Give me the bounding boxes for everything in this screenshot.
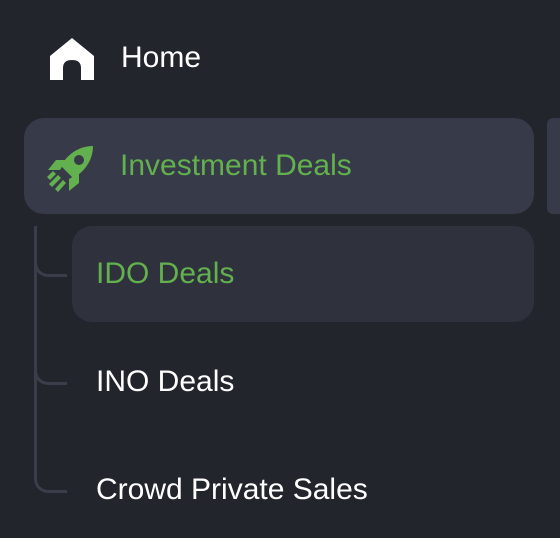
tree-branch	[34, 360, 67, 385]
rocket-icon	[47, 146, 93, 192]
tree-branch	[34, 252, 67, 277]
submenu-item-ino-deals[interactable]: INO Deals	[72, 334, 534, 430]
adjacent-panel-edge	[547, 118, 560, 214]
submenu-item-label: IDO Deals	[96, 257, 235, 290]
submenu-item-label: INO Deals	[96, 365, 235, 398]
nav-item-investment-deals[interactable]: Investment Deals	[24, 118, 534, 214]
nav-item-home-label: Home	[121, 41, 202, 74]
submenu-item-ido-deals[interactable]: IDO Deals	[72, 226, 534, 322]
submenu-item-label: Crowd Private Sales	[96, 473, 368, 506]
tree-branch	[34, 468, 67, 493]
submenu-item-crowd-private-sales[interactable]: Crowd Private Sales	[72, 442, 534, 538]
nav-item-home[interactable]: Home	[0, 20, 540, 100]
nav-item-investment-deals-label: Investment Deals	[120, 149, 352, 182]
home-icon	[50, 38, 94, 80]
